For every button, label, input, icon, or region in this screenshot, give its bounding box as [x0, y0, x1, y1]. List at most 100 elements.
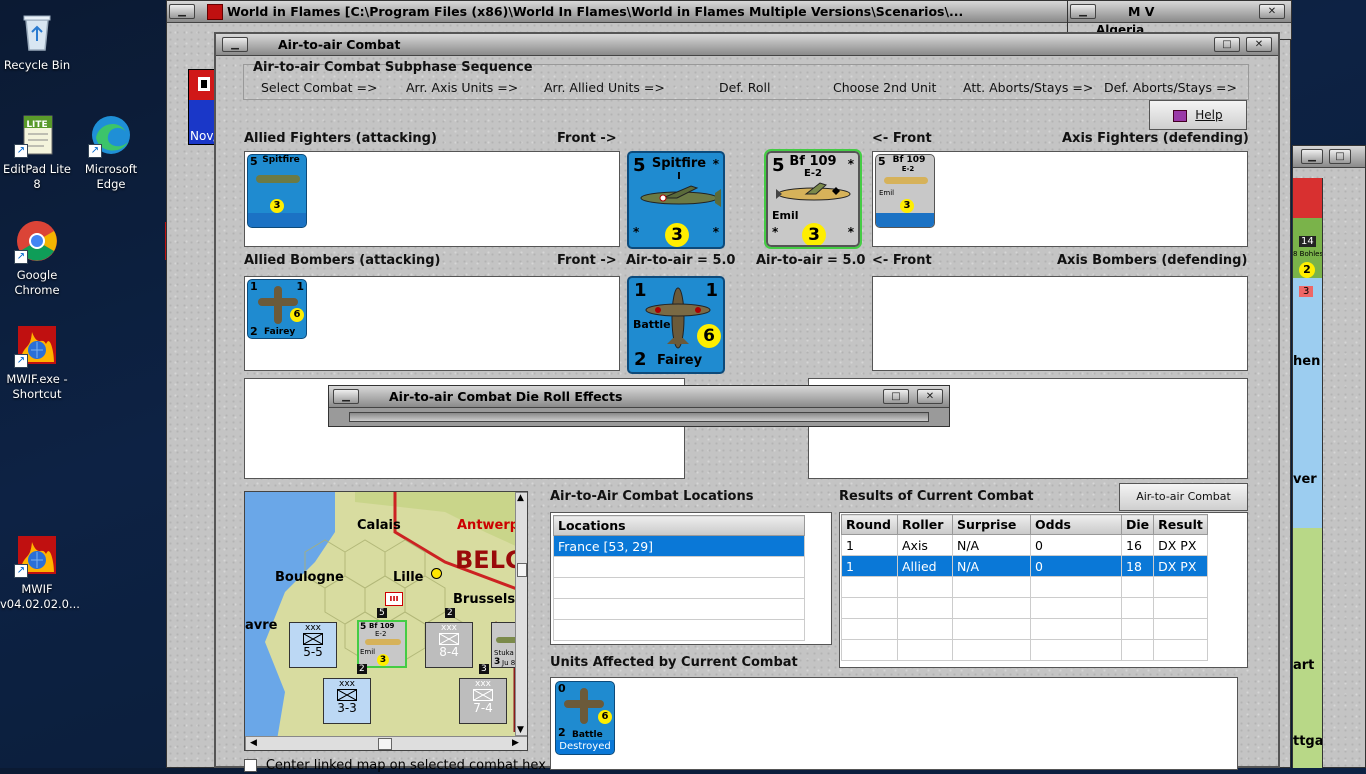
counter-defense: 3: [900, 199, 914, 213]
scroll-thumb[interactable]: [517, 563, 527, 577]
units-affected-box[interactable]: 0 6 2 Battle Destroyed: [550, 677, 1238, 770]
close-icon[interactable]: ✕: [1246, 37, 1272, 52]
col-surprise: Surprise: [952, 514, 1031, 535]
spitfire-large-counter[interactable]: 5 Spitfire I 3 * * *: [627, 151, 725, 249]
map-unit-bf109[interactable]: 5 Bf 109 E-2 Emil 3: [357, 620, 407, 668]
scroll-left-icon[interactable]: ◀: [250, 738, 257, 748]
shortcut-arrow-icon: ↗: [14, 354, 28, 368]
map-unit-5-5[interactable]: xxx 5-5: [289, 622, 337, 668]
counter-name: Stuka: [494, 649, 514, 657]
col-round: Round: [841, 514, 898, 535]
stack-count: 2: [357, 664, 367, 674]
allied-fighter-counter-spitfire[interactable]: 5 Spitfire 3: [247, 154, 307, 228]
allied-fighters-box[interactable]: 5 Spitfire 3: [244, 151, 620, 247]
map-unit-3-3[interactable]: xxx 3-3: [323, 678, 371, 724]
location-row[interactable]: France [53, 29]: [553, 535, 805, 557]
center-map-checkbox[interactable]: [244, 759, 257, 772]
desktop-icon-mwif-shortcut[interactable]: ↗ MWIF.exe - Shortcut: [0, 322, 74, 402]
minimize-icon[interactable]: ▁: [1301, 149, 1323, 164]
die-roll-popup-scrollbar[interactable]: [349, 412, 929, 422]
results-table: Round Roller Surprise Odds Die Result 1 …: [841, 514, 1209, 661]
result-cell: 0: [1030, 534, 1122, 556]
desktop-icon-edge[interactable]: ↗ Microsoft Edge: [74, 112, 148, 192]
center-map-label: Center linked map on selected combat hex: [265, 758, 546, 773]
map-unit-8-4[interactable]: xxx 8-4: [425, 622, 473, 668]
bf109-large-counter[interactable]: 5 Bf 109 E-2 Emil 3 * * *: [764, 149, 862, 249]
counter-sub: E-2: [375, 630, 387, 638]
desktop-icon-editpad[interactable]: LITE ↗ EditPad Lite 8: [0, 112, 74, 192]
close-icon[interactable]: ✕: [1259, 4, 1285, 19]
step-arr-axis: Arr. Axis Units =>: [406, 80, 519, 95]
map-hex-label: 14: [1299, 236, 1316, 247]
scroll-thumb[interactable]: [378, 738, 392, 750]
center-map-checkbox-row[interactable]: Center linked map on selected combat hex: [244, 758, 546, 774]
fairey-large-counter[interactable]: 1 1 Battle 6 2 Fairey: [627, 276, 725, 374]
desktop-icon-label: Recycle Bin: [3, 58, 71, 72]
close-icon[interactable]: ✕: [917, 389, 943, 404]
right-map[interactable]: 14 8 Bohlesi 2 3 ver hen art ttgar: [1293, 178, 1323, 768]
affected-unit-counter[interactable]: 0 6 2 Battle Destroyed: [555, 681, 615, 755]
counter-sub: Battle: [633, 318, 671, 331]
results-row[interactable]: 1 Allied N/A 0 18 DX PX: [841, 555, 1209, 577]
die-roll-popup-titlebar[interactable]: ▁ Air-to-air Combat Die Roll Effects □ ✕: [329, 386, 949, 408]
desktop-icon-chrome[interactable]: ↗ Google Chrome: [0, 218, 74, 298]
counter-defense: 3: [802, 223, 826, 245]
allied-bombers-box[interactable]: 1 1 6 2 Fairey: [244, 276, 620, 371]
help-label: Help: [1195, 108, 1223, 122]
map-label-avre: avre: [245, 618, 278, 633]
maximize-icon[interactable]: □: [1214, 37, 1240, 52]
counter-name: Bf 109: [369, 622, 395, 630]
linked-minimap[interactable]: Calais Antwerp BELG Boulogne Lille Bruss…: [244, 491, 528, 751]
desktop-icon-recycle-bin[interactable]: Recycle Bin: [0, 8, 74, 73]
results-row[interactable]: 1 Axis N/A 0 16 DX PX: [841, 534, 1209, 556]
shortcut-arrow-icon: ↗: [14, 250, 28, 264]
minimap-vertical-scrollbar[interactable]: ▲ ▼: [515, 492, 527, 736]
city-dot: [431, 568, 442, 579]
minimize-icon[interactable]: ▁: [222, 37, 248, 52]
counter-nick: Emil: [772, 209, 799, 222]
allied-bomber-counter-fairey[interactable]: 1 1 6 2 Fairey: [247, 279, 307, 339]
bf109-plane-icon: [365, 639, 401, 645]
scroll-right-icon[interactable]: ▶: [512, 738, 519, 748]
desktop-icon-label: MWIF.exe - Shortcut: [6, 372, 68, 401]
fairey-plane-icon: [564, 700, 604, 708]
minimize-icon[interactable]: ▁: [169, 4, 195, 19]
map-unit-7-4[interactable]: xxx 7-4: [459, 678, 507, 724]
counter-star: *: [847, 225, 854, 239]
spitfire-plane-icon: [640, 185, 721, 207]
minimize-icon[interactable]: ▁: [333, 389, 359, 404]
counter-star: *: [712, 225, 719, 239]
result-cell: N/A: [952, 534, 1031, 556]
factory-icon: ııı: [385, 592, 403, 606]
help-button[interactable]: Help: [1149, 100, 1247, 130]
right-map-titlebar[interactable]: ▁ □: [1293, 146, 1365, 168]
scroll-up-icon[interactable]: ▲: [517, 493, 524, 503]
axis-bombers-box[interactable]: [872, 276, 1248, 371]
dialog-titlebar[interactable]: ▁ Air-to-air Combat □ ✕: [216, 34, 1278, 56]
allied-air-to-air-value: Air-to-air = 5.0: [626, 253, 736, 268]
counter-nick: Emil: [360, 648, 376, 656]
result-cell: DX PX: [1153, 534, 1209, 556]
step-select-combat: Select Combat =>: [261, 80, 378, 95]
counter-attack: 1: [250, 280, 258, 293]
maximize-icon[interactable]: □: [883, 389, 909, 404]
app-icon: [207, 4, 223, 20]
shortcut-arrow-icon: ↗: [14, 564, 28, 578]
map-label-boulogne: Boulogne: [275, 570, 344, 585]
scroll-down-icon[interactable]: ▼: [517, 725, 524, 735]
minimap-horizontal-scrollbar[interactable]: ◀ ▶: [245, 736, 527, 750]
maximize-icon[interactable]: □: [1329, 149, 1351, 164]
axis-fighters-box[interactable]: 5 Bf 109 E-2 Emil 3: [872, 151, 1248, 247]
locations-list[interactable]: Locations France [53, 29]: [550, 512, 832, 645]
desktop-icon-mwif[interactable]: ↗ MWIF v04.02.02.0...: [0, 532, 80, 612]
counter-top: 0: [558, 682, 566, 695]
result-cell: 1: [841, 534, 898, 556]
results-table-panel[interactable]: Round Roller Surprise Odds Die Result 1 …: [839, 512, 1248, 668]
unit-size: xxx: [305, 623, 321, 633]
editpad-badge: LITE: [26, 120, 48, 130]
side-window-titlebar[interactable]: ▁ M V ✕: [1068, 1, 1291, 23]
desktop-icon-label: Microsoft Edge: [84, 162, 138, 191]
minimize-icon[interactable]: ▁: [1070, 4, 1096, 19]
air-combat-chart-button[interactable]: Air-to-air Combat Chart: [1119, 483, 1248, 529]
axis-fighter-counter-bf109[interactable]: 5 Bf 109 E-2 Emil 3: [875, 154, 935, 228]
